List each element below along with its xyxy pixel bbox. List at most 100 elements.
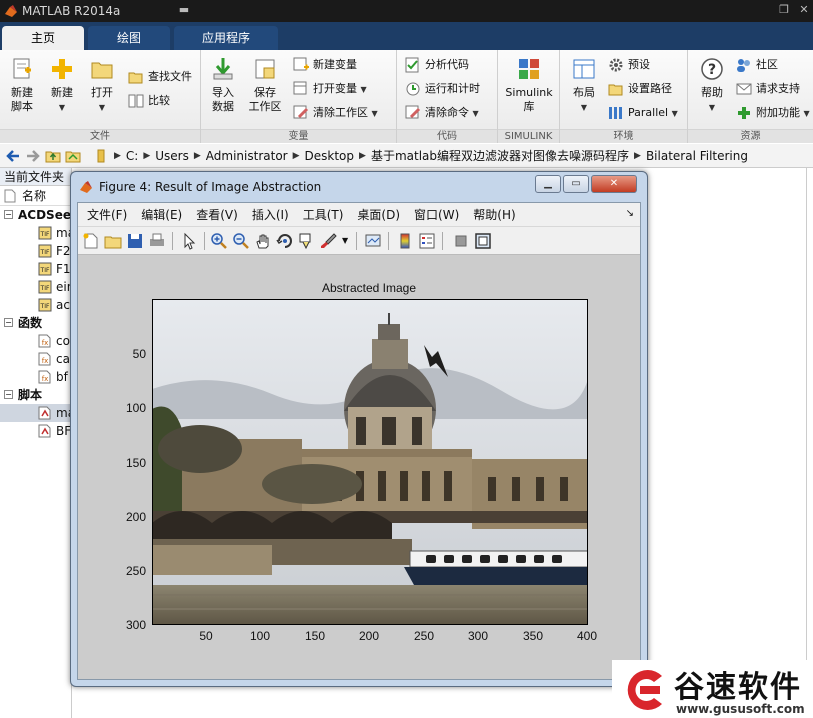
open-variable-label: 打开变量 — [313, 82, 357, 95]
run-and-time-button[interactable]: 运行和计时 — [405, 80, 480, 98]
link-plot-icon[interactable] — [364, 232, 382, 250]
menu-file[interactable]: 文件(F) — [87, 206, 127, 223]
request-support-button[interactable]: 请求支持 — [736, 80, 800, 98]
import-label: 导入 — [212, 86, 234, 99]
brush-dropdown-icon[interactable]: ▼ — [342, 236, 348, 245]
breadcrumb-project-folder[interactable]: 基于matlab编程双边滤波器对图像去噪源码程序 — [371, 147, 629, 164]
data-cursor-icon[interactable] — [298, 232, 316, 250]
menu-window[interactable]: 窗口(W) — [414, 206, 459, 223]
watermark: 谷速软件 www.gususoft.com — [612, 660, 813, 718]
breadcrumb-administrator[interactable]: Administrator — [206, 149, 288, 163]
open-variable-button[interactable]: 打开变量 ▼ — [293, 80, 367, 98]
figure-menu-bar: 文件(F) 编辑(E) 查看(V) 插入(I) 工具(T) 桌面(D) 窗口(W… — [78, 203, 640, 227]
legend-icon[interactable] — [418, 232, 436, 250]
add-ons-button[interactable]: 附加功能 ▼ — [736, 104, 810, 122]
list-item[interactable]: BF — [0, 422, 71, 440]
menu-view[interactable]: 查看(V) — [196, 206, 238, 223]
svg-text:fx: fx — [42, 339, 49, 347]
find-files-button[interactable]: 查找文件 — [128, 68, 192, 86]
colorbar-icon[interactable] — [396, 232, 414, 250]
figure-title-bar[interactable]: Figure 4: Result of Image Abstraction ▁ … — [71, 172, 647, 202]
ribbon-group-simulink: Simulink 库 SIMULINK — [498, 50, 560, 143]
zoom-in-icon[interactable] — [210, 232, 228, 250]
save-icon[interactable] — [126, 232, 144, 250]
figure-window[interactable]: Figure 4: Result of Image Abstraction ▁ … — [70, 171, 648, 687]
menu-help[interactable]: 帮助(H) — [473, 206, 515, 223]
list-item[interactable]: ma — [0, 404, 71, 422]
up-folder-icon[interactable] — [44, 147, 62, 165]
section-functions[interactable]: − 函数 — [0, 314, 71, 332]
help-button[interactable]: ? 帮助 ▼ — [694, 56, 730, 115]
list-item[interactable]: TIF ac — [0, 296, 71, 314]
rotate-3d-icon[interactable] — [276, 232, 294, 250]
pointer-icon[interactable] — [180, 232, 198, 250]
breadcrumb-desktop[interactable]: Desktop — [305, 149, 355, 163]
list-item-label: co — [56, 334, 70, 348]
zoom-out-icon[interactable] — [232, 232, 250, 250]
breadcrumb-users[interactable]: Users — [155, 149, 189, 163]
community-button[interactable]: 社区 — [736, 56, 778, 74]
new-script-label: 新建 — [11, 86, 33, 99]
menu-insert[interactable]: 插入(I) — [252, 206, 289, 223]
print-icon[interactable] — [148, 232, 166, 250]
back-arrow-icon[interactable] — [4, 147, 22, 165]
group-label-code: 代码 — [397, 129, 497, 143]
tab-plots[interactable]: 绘图 — [88, 26, 170, 50]
close-icon[interactable]: ✕ — [796, 3, 812, 17]
close-icon[interactable]: ✕ — [591, 175, 637, 193]
new-figure-icon[interactable] — [82, 232, 100, 250]
list-item[interactable]: TIF F2 — [0, 242, 71, 260]
tab-home[interactable]: 主页 — [2, 26, 84, 50]
simulink-library-button[interactable]: Simulink 库 — [504, 56, 554, 114]
ribbon: 新建 脚本 新建 ▼ 打开 ▼ 查找文件 比较 文件 导入 数据 保存 工作区 … — [0, 50, 813, 143]
list-item[interactable]: TIF ma — [0, 224, 71, 242]
menu-desktop[interactable]: 桌面(D) — [357, 206, 400, 223]
save-workspace-button[interactable]: 保存 工作区 — [245, 56, 285, 114]
layout-icon — [573, 59, 595, 79]
menu-edit[interactable]: 编辑(E) — [141, 206, 182, 223]
list-item[interactable]: TIF ein — [0, 278, 71, 296]
section-scripts[interactable]: − 脚本 — [0, 386, 71, 404]
breadcrumb-bilateral-filtering[interactable]: Bilateral Filtering — [646, 149, 748, 163]
list-item[interactable]: fx ca — [0, 350, 71, 368]
ribbon-group-environment: 布局 ▼ 预设 设置路径 Parallel ▼ 环境 — [560, 50, 688, 143]
set-path-button[interactable]: 设置路径 — [608, 80, 672, 98]
breadcrumb-drive[interactable]: C: — [126, 149, 138, 163]
menu-tools[interactable]: 工具(T) — [303, 206, 344, 223]
section-acdsee[interactable]: − ACDSee — [0, 206, 71, 224]
show-plot-tools-icon[interactable] — [474, 232, 492, 250]
parallel-button[interactable]: Parallel ▼ — [608, 104, 678, 122]
x-tick-label: 50 — [199, 629, 213, 643]
name-column-header[interactable]: 名称 — [0, 186, 71, 206]
maximize-icon[interactable]: ▭ — [563, 175, 589, 193]
browse-folder-icon[interactable] — [64, 147, 82, 165]
minimize-icon[interactable]: ▁ — [535, 175, 561, 193]
crumb-separator: ▶ — [193, 150, 201, 161]
forward-arrow-icon[interactable] — [24, 147, 42, 165]
hide-plot-tools-icon[interactable] — [452, 232, 470, 250]
folder-icon — [94, 147, 112, 165]
preferences-button[interactable]: 预设 — [608, 56, 650, 74]
open-button[interactable]: 打开 ▼ — [84, 56, 120, 115]
open-file-icon[interactable] — [104, 232, 122, 250]
pan-hand-icon[interactable] — [254, 232, 272, 250]
minimize-icon[interactable]: ▬ — [176, 3, 192, 17]
import-data-button[interactable]: 导入 数据 — [205, 56, 241, 114]
new-script-button[interactable]: 新建 脚本 — [4, 56, 40, 114]
brush-icon[interactable] — [320, 232, 338, 250]
analyze-code-button[interactable]: 分析代码 — [405, 56, 469, 74]
compare-button[interactable]: 比较 — [128, 92, 170, 110]
list-item[interactable]: fx bf — [0, 368, 71, 386]
tab-apps[interactable]: 应用程序 — [174, 26, 278, 50]
layout-button[interactable]: 布局 ▼ — [566, 56, 602, 115]
command-window-area[interactable] — [648, 168, 813, 718]
dock-arrow-icon[interactable]: ↘ — [626, 208, 634, 219]
restore-icon[interactable]: ❐ — [776, 3, 792, 17]
clear-workspace-button[interactable]: 清除工作区 ▼ — [293, 104, 378, 122]
new-button[interactable]: 新建 ▼ — [44, 56, 80, 115]
list-item[interactable]: fx co — [0, 332, 71, 350]
new-variable-label: 新建变量 — [313, 58, 357, 71]
list-item[interactable]: TIF F1 — [0, 260, 71, 278]
clear-commands-button[interactable]: 清除命令 ▼ — [405, 104, 479, 122]
new-variable-button[interactable]: 新建变量 — [293, 56, 357, 74]
